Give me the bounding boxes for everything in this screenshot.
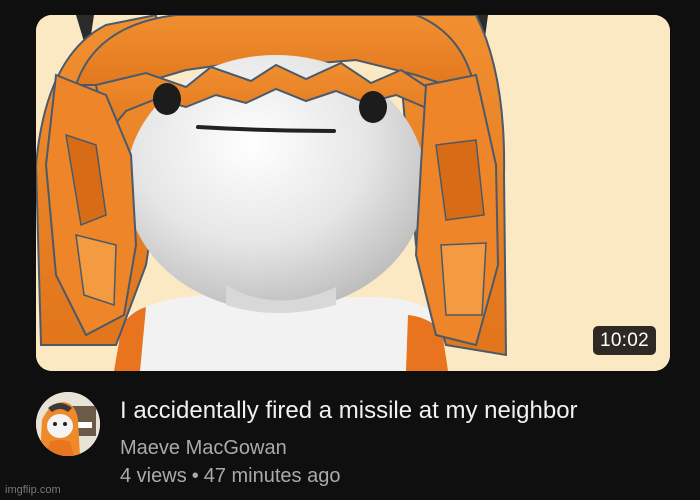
view-count: 4 views <box>120 465 187 487</box>
thumbnail-image <box>36 15 670 371</box>
video-card-page: 10:02 I accidentally fired a missile at … <box>0 0 700 500</box>
upload-age: 47 minutes ago <box>203 465 341 487</box>
video-thumbnail[interactable]: 10:02 <box>36 15 670 371</box>
channel-name[interactable]: Maeve MacGowan <box>120 436 287 460</box>
video-title[interactable]: I accidentally fired a missile at my nei… <box>120 396 578 426</box>
avatar-image <box>36 392 100 456</box>
duration-badge: 10:02 <box>592 326 656 355</box>
stats-separator: • <box>191 465 199 487</box>
video-meta: I accidentally fired a missile at my nei… <box>36 390 676 490</box>
watermark: imgflip.com <box>5 484 61 496</box>
channel-avatar[interactable] <box>36 392 100 456</box>
video-stats: 4 views • 47 minutes ago <box>120 464 340 488</box>
